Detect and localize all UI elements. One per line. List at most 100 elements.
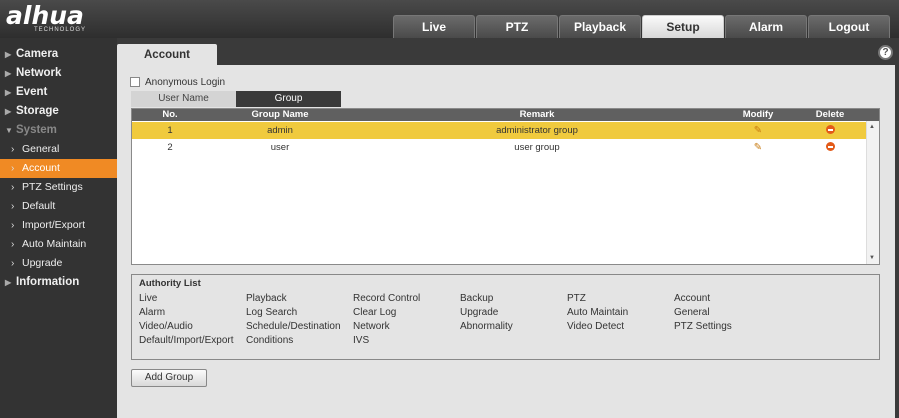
row-remark: user group xyxy=(514,142,560,153)
chevron-right-icon: › xyxy=(11,201,15,212)
authority-item: Upgrade xyxy=(460,307,499,318)
nav-tab-setup[interactable]: Setup xyxy=(642,15,724,38)
scroll-up-icon[interactable]: ▲ xyxy=(869,124,875,130)
authority-item: Default/Import/Export xyxy=(139,335,234,346)
sidebar-item-network[interactable]: ▶ Network xyxy=(0,64,117,83)
header-modify: Modify xyxy=(742,109,774,120)
chevron-right-icon: ▶ xyxy=(5,278,12,287)
chevron-right-icon: ▶ xyxy=(5,107,12,116)
sidebar-item-label: Auto Maintain xyxy=(22,238,87,250)
sidebar-item-label: PTZ Settings xyxy=(22,181,83,193)
authority-item: Live xyxy=(139,293,158,304)
scroll-down-icon[interactable]: ▼ xyxy=(869,255,875,261)
nav-tab-logout[interactable]: Logout xyxy=(808,15,890,38)
authority-item: IVS xyxy=(353,335,370,346)
sidebar-item-camera[interactable]: ▶ Camera xyxy=(0,45,117,64)
chevron-right-icon: ▶ xyxy=(5,88,12,97)
row-no: 1 xyxy=(167,125,173,136)
chevron-right-icon: › xyxy=(11,182,15,193)
chevron-right-icon: › xyxy=(11,163,15,174)
row-group-name: user xyxy=(270,142,290,153)
authority-item: General xyxy=(674,307,710,318)
modify-cell: ✎ xyxy=(722,139,794,156)
sidebar-item-information[interactable]: ▶ Information xyxy=(0,273,117,292)
sidebar-item-label: Information xyxy=(16,276,80,288)
nav-tab-live[interactable]: Live xyxy=(393,15,475,38)
authority-item: Schedule/Destination xyxy=(246,321,341,332)
sidebar-item-storage[interactable]: ▶ Storage xyxy=(0,102,117,121)
sidebar-item-label: Upgrade xyxy=(22,257,63,269)
tab-user-name[interactable]: User Name xyxy=(131,91,236,107)
table-row[interactable]: 2 user user group ✎ xyxy=(132,139,866,156)
anonymous-login-checkbox[interactable] xyxy=(130,77,140,87)
sidebar-item-label: Default xyxy=(22,200,56,212)
anonymous-login-label: Anonymous Login xyxy=(145,76,226,88)
chevron-right-icon: › xyxy=(11,144,15,155)
sidebar-item-ptz-settings[interactable]: › PTZ Settings xyxy=(0,178,117,197)
authority-item: Log Search xyxy=(246,307,298,318)
tab-account[interactable]: Account xyxy=(117,44,217,66)
sidebar-item-label: Storage xyxy=(16,105,59,117)
authority-item: Playback xyxy=(246,293,287,304)
sidebar-item-import-export[interactable]: › Import/Export xyxy=(0,216,117,235)
authority-list: Authority List Live Playback Record Cont… xyxy=(131,274,880,360)
delete-icon[interactable] xyxy=(825,142,835,151)
sidebar-item-general[interactable]: › General xyxy=(0,140,117,159)
chevron-right-icon: › xyxy=(11,258,15,269)
add-group-button[interactable]: Add Group xyxy=(131,369,207,387)
tab-group[interactable]: Group xyxy=(236,91,341,107)
pencil-icon[interactable]: ✎ xyxy=(754,139,762,156)
nav-tab-ptz[interactable]: PTZ xyxy=(476,15,558,38)
delete-icon[interactable] xyxy=(825,125,835,134)
sidebar-item-label: Import/Export xyxy=(22,219,86,231)
pencil-icon[interactable]: ✎ xyxy=(754,122,762,139)
sidebar-item-upgrade[interactable]: › Upgrade xyxy=(0,254,117,273)
authority-item: PTZ Settings xyxy=(674,321,732,332)
brand-tagline: TECHNOLOGY xyxy=(34,27,87,33)
modify-cell: ✎ xyxy=(722,122,794,139)
sidebar-item-default[interactable]: › Default xyxy=(0,197,117,216)
sidebar-item-label: Event xyxy=(16,86,48,98)
group-table: No. Group Name Remark Modify Delete 1 ad… xyxy=(131,108,880,265)
authority-item: Abnormality xyxy=(460,321,513,332)
sidebar-item-label: General xyxy=(22,143,60,155)
sidebar-item-label: Network xyxy=(16,67,62,79)
help-icon[interactable]: ? xyxy=(878,45,893,60)
authority-item: Alarm xyxy=(139,307,166,318)
sidebar-item-event[interactable]: ▶ Event xyxy=(0,83,117,102)
authority-item: Account xyxy=(674,293,711,304)
chevron-down-icon: ▼ xyxy=(5,126,13,135)
sidebar-item-system[interactable]: ▼ System xyxy=(0,121,117,140)
delete-cell xyxy=(794,122,866,139)
authority-item: Network xyxy=(353,321,390,332)
chevron-right-icon: › xyxy=(11,220,15,231)
authority-item: Auto Maintain xyxy=(567,307,629,318)
authority-item: PTZ xyxy=(567,293,586,304)
sidebar: ▶ Camera ▶ Network ▶ Event ▶ Storage ▼ System… xyxy=(0,38,117,418)
header-group-name: Group Name xyxy=(251,109,309,120)
sidebar-item-label: System xyxy=(16,124,57,136)
table-scrollbar[interactable]: ▲ ▼ xyxy=(866,121,879,264)
top-bar: alhua TECHNOLOGY Live PTZ Playback Setup… xyxy=(0,0,899,38)
authority-item: Clear Log xyxy=(353,307,397,318)
sidebar-item-account[interactable]: › Account xyxy=(0,159,117,178)
page-tab-bar: Account ? xyxy=(117,44,899,66)
table-header: No. Group Name Remark Modify Delete xyxy=(132,109,879,121)
table-row[interactable]: 1 admin administrator group ✎ xyxy=(132,122,866,139)
row-no: 2 xyxy=(167,142,173,153)
sidebar-item-label: Account xyxy=(22,162,60,174)
sidebar-item-label: Camera xyxy=(16,48,59,60)
delete-cell xyxy=(794,139,866,156)
nav-tab-playback[interactable]: Playback xyxy=(559,15,641,38)
row-remark: administrator group xyxy=(496,125,578,136)
header-delete: Delete xyxy=(815,109,845,120)
row-group-name: admin xyxy=(267,125,293,136)
nav-tab-alarm[interactable]: Alarm xyxy=(725,15,807,38)
chevron-right-icon: ▶ xyxy=(5,69,12,78)
authority-item: Backup xyxy=(460,293,494,304)
authority-item: Video Detect xyxy=(567,321,625,332)
header-remark: Remark xyxy=(519,109,555,120)
main-nav: Live PTZ Playback Setup Alarm Logout xyxy=(393,15,890,38)
authority-item: Video/Audio xyxy=(139,321,193,332)
sidebar-item-auto-maintain[interactable]: › Auto Maintain xyxy=(0,235,117,254)
